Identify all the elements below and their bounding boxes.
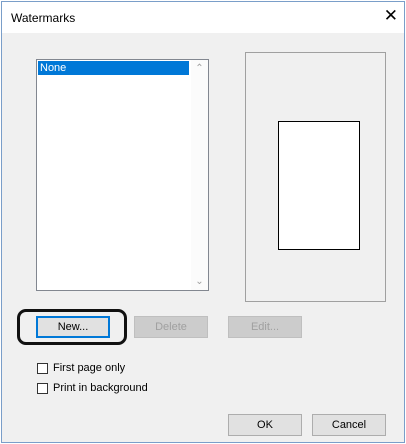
new-button[interactable]: New... [36, 316, 110, 338]
page-preview [278, 121, 360, 250]
watermark-list[interactable]: None ⌃ ⌄ [36, 59, 209, 291]
preview-pane [245, 52, 386, 302]
print-in-background-label: Print in background [53, 382, 148, 394]
first-page-only-checkbox[interactable] [37, 362, 48, 374]
ok-button[interactable]: OK [228, 414, 302, 436]
first-page-only-option[interactable]: First page only [37, 361, 125, 375]
title-bar: Watermarks ✕ [2, 2, 404, 33]
print-in-background-option[interactable]: Print in background [37, 381, 148, 395]
close-icon[interactable]: ✕ [384, 6, 398, 26]
cancel-button[interactable]: Cancel [312, 414, 386, 436]
chevron-down-icon[interactable]: ⌄ [191, 273, 208, 290]
list-scrollbar[interactable]: ⌃ ⌄ [191, 60, 208, 290]
watermarks-dialog: Watermarks ✕ None ⌃ ⌄ New... Delete Edit… [1, 1, 405, 443]
list-item-none[interactable]: None [38, 61, 189, 75]
chevron-up-icon[interactable]: ⌃ [191, 60, 208, 77]
delete-button[interactable]: Delete [134, 316, 208, 338]
print-in-background-checkbox[interactable] [37, 382, 48, 394]
first-page-only-label: First page only [53, 362, 126, 374]
edit-button[interactable]: Edit... [228, 316, 302, 338]
dialog-title: Watermarks [11, 11, 76, 25]
